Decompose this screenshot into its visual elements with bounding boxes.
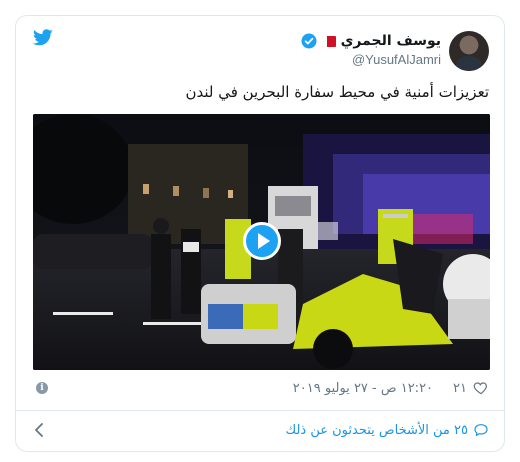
divider: [16, 410, 504, 411]
embedded-tweet-card[interactable]: يوسف الجمري @YusufAlJamri تعزيزات أمنية …: [15, 15, 505, 452]
video-player[interactable]: [33, 114, 490, 370]
conversation-label[interactable]: ٢٥ من الأشخاص يتحدثون عن ذلك: [286, 423, 468, 438]
chevron-left-icon[interactable]: [33, 423, 45, 437]
conversation-link[interactable]: ٢٥ من الأشخاص يتحدثون عن ذلك: [286, 421, 489, 439]
verified-badge-icon: [301, 33, 317, 49]
chat-bubble-icon: [474, 424, 488, 436]
tweet-meta-row: ٢١ ١٢:٢٠ ص - ٢٧ يوليو ٢٠١٩: [293, 379, 489, 397]
author-handle[interactable]: @YusufAlJamri: [352, 52, 441, 67]
like-count[interactable]: ٢١: [453, 381, 467, 396]
heart-icon[interactable]: [473, 380, 489, 396]
bahrain-flag-icon: [321, 35, 336, 47]
display-name[interactable]: يوسف الجمري: [341, 33, 441, 49]
tweet-timestamp[interactable]: ١٢:٢٠ ص - ٢٧ يوليو ٢٠١٩: [293, 381, 433, 396]
play-button[interactable]: [243, 222, 281, 260]
author-name-row[interactable]: يوسف الجمري: [301, 31, 441, 51]
avatar[interactable]: [449, 31, 489, 71]
info-icon[interactable]: i: [36, 382, 48, 394]
tweet-text: تعزيزات أمنية في محيط سفارة البحرين في ل…: [185, 83, 489, 101]
twitter-bird-icon[interactable]: [33, 29, 53, 46]
